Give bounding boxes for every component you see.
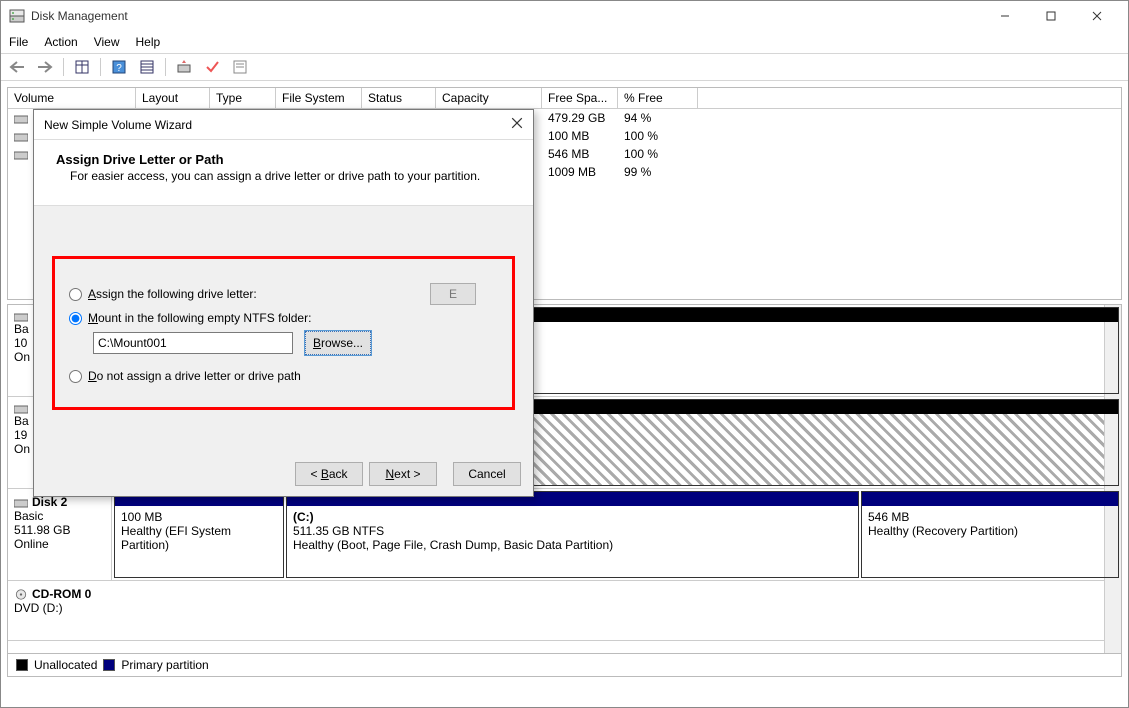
table-header: Volume Layout Type File System Status Ca… [8,88,1121,109]
swatch-primary [103,659,115,671]
toolbar: ? [1,53,1128,81]
label-no-assign: Do not assign a drive letter or drive pa… [88,369,301,383]
label-assign-letter: Assign the following drive letter: [88,287,257,301]
forward-icon[interactable] [33,56,57,78]
list-icon[interactable] [135,56,159,78]
minimize-button[interactable] [982,1,1028,31]
grid-icon[interactable] [70,56,94,78]
cancel-button[interactable]: Cancel [453,462,521,486]
disk-info[interactable]: CD-ROM 0 DVD (D:) [8,581,1121,640]
partition[interactable]: 546 MB Healthy (Recovery Partition) [861,491,1119,578]
partition[interactable]: 100 MB Healthy (EFI System Partition) [114,491,284,578]
drive-icon [14,113,28,124]
wizard-subtext: For easier access, you can assign a driv… [50,167,517,193]
back-button[interactable]: < Back [295,462,363,486]
col-volume[interactable]: Volume [8,88,136,108]
check-icon[interactable] [200,56,224,78]
drive-icon [14,131,28,142]
col-status[interactable]: Status [362,88,436,108]
back-icon[interactable] [5,56,29,78]
menu-action[interactable]: Action [44,35,77,49]
wizard-close-icon[interactable] [511,117,523,132]
svg-text:?: ? [116,63,122,74]
option-group-highlight: Assign the following drive letter: E Mou… [52,256,515,410]
toolbar-separator [63,58,64,76]
col-free[interactable]: Free Spa... [542,88,618,108]
partition[interactable]: (C:) 511.35 GB NTFS Healthy (Boot, Page … [286,491,859,578]
drive-letter-select[interactable]: E [430,283,476,305]
toolbar-separator [165,58,166,76]
maximize-button[interactable] [1028,1,1074,31]
col-type[interactable]: Type [210,88,276,108]
legend: Unallocated Primary partition [7,654,1122,677]
next-button[interactable]: Next > [369,462,437,486]
browse-button[interactable]: Browse... [305,331,371,355]
menu-file[interactable]: File [9,35,28,49]
radio-no-assign[interactable] [69,370,82,383]
toolbar-separator [100,58,101,76]
drive-icon [14,149,28,160]
wizard-title: New Simple Volume Wizard [44,118,192,132]
cdrom-icon [14,589,28,600]
mount-path-input[interactable] [93,332,293,354]
radio-assign-letter[interactable] [69,288,82,301]
disk-icon [14,311,28,322]
disk-info[interactable]: Disk 2 Basic 511.98 GB Online [8,489,112,580]
wizard-heading: Assign Drive Letter or Path [50,148,517,167]
col-layout[interactable]: Layout [136,88,210,108]
menu-bar: File Action View Help [1,31,1128,53]
wizard-dialog: New Simple Volume Wizard Assign Drive Le… [33,109,534,497]
disk-row: Disk 2 Basic 511.98 GB Online 100 MB Hea… [8,489,1121,581]
window-controls [982,1,1120,31]
window-title: Disk Management [31,9,128,23]
radio-mount-folder[interactable] [69,312,82,325]
disk-icon [14,497,28,508]
titlebar: Disk Management [1,1,1128,31]
col-fs[interactable]: File System [276,88,362,108]
menu-view[interactable]: View [94,35,120,49]
menu-help[interactable]: Help [136,35,161,49]
properties-icon[interactable] [228,56,252,78]
help-icon[interactable]: ? [107,56,131,78]
col-pct[interactable]: % Free [618,88,698,108]
refresh-icon[interactable] [172,56,196,78]
disk-icon [14,403,28,414]
app-icon [9,8,25,24]
swatch-unallocated [16,659,28,671]
wizard-titlebar[interactable]: New Simple Volume Wizard [34,110,533,140]
label-mount-folder: Mount in the following empty NTFS folder… [88,311,311,325]
close-button[interactable] [1074,1,1120,31]
col-capacity[interactable]: Capacity [436,88,542,108]
disk-row: CD-ROM 0 DVD (D:) [8,581,1121,641]
